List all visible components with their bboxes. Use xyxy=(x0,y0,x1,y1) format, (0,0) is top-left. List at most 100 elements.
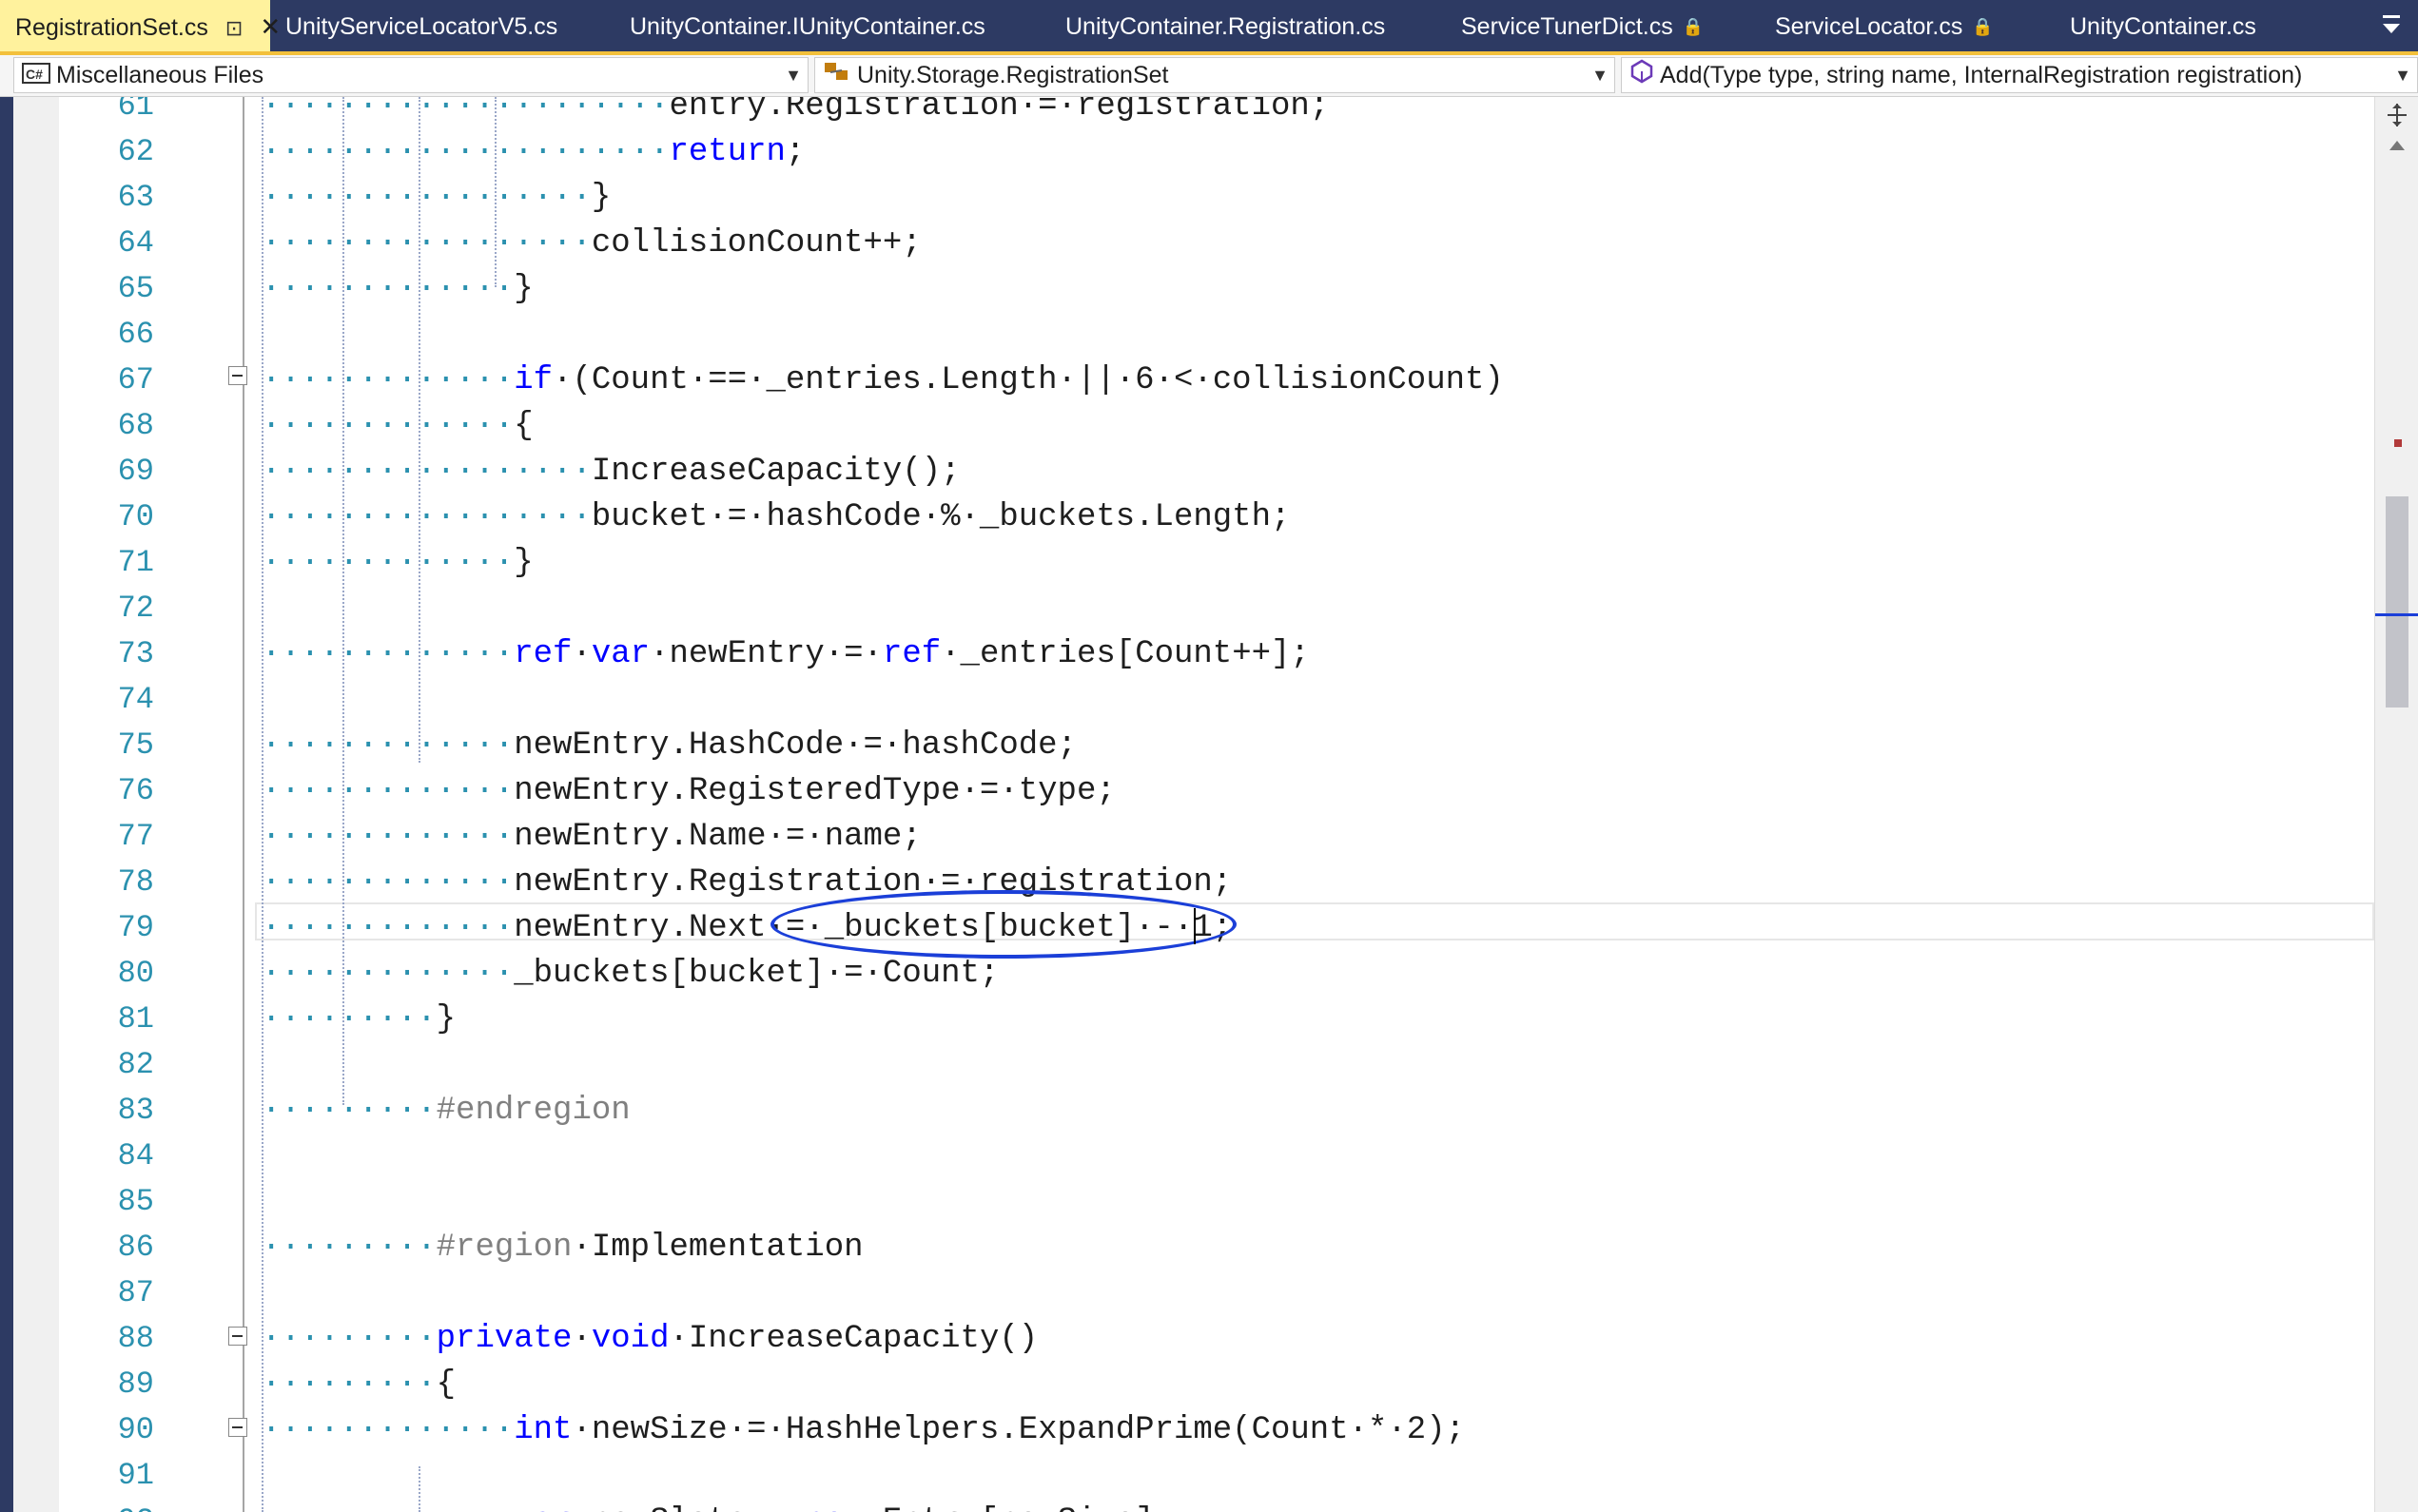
caret-position-marker xyxy=(2375,613,2418,616)
code-token: · xyxy=(572,636,592,672)
collapse-if-block-icon[interactable] xyxy=(228,366,247,385)
collapse-region-icon[interactable] xyxy=(228,1327,247,1346)
navigation-bar: C# Miscellaneous Files ▼ Unity.Storage.R… xyxy=(0,55,2418,97)
code-token: ·(Count·==·_entries.Length·||·6·<·collis… xyxy=(553,362,1504,398)
code-line[interactable]: ·············{ xyxy=(262,403,534,449)
line-number: 64 xyxy=(117,225,154,261)
code-line[interactable]: ·············_buckets[bucket]·=·Count; xyxy=(262,951,999,997)
tab-overflow-dropdown-icon[interactable] xyxy=(2374,6,2408,44)
code-line[interactable]: ·············newEntry.Name·=·name; xyxy=(262,814,922,860)
code-token: ·newSize·=·HashHelpers.ExpandPrime(Count… xyxy=(572,1412,1466,1448)
vertical-scrollbar[interactable] xyxy=(2374,97,2418,1512)
collapse-method-icon[interactable] xyxy=(228,1418,247,1437)
code-line[interactable]: ·········} xyxy=(262,997,456,1042)
lock-icon: 🔒 xyxy=(1972,17,1994,36)
whitespace-indent: ············· xyxy=(262,819,515,855)
pin-icon[interactable]: ⊡ xyxy=(225,2,243,55)
code-line[interactable]: ·········#endregion xyxy=(262,1088,631,1134)
code-token: } xyxy=(514,545,534,581)
directive-token: #region xyxy=(436,1230,573,1266)
whitespace-indent: ············· xyxy=(262,362,515,398)
tab-unitycontainer[interactable]: UnityContainer.cs xyxy=(2070,0,2256,51)
chevron-down-icon: ▼ xyxy=(1591,66,1609,85)
lock-icon: 🔒 xyxy=(1682,17,1705,36)
keyword-token: void xyxy=(591,1321,670,1357)
type-name: Unity.Storage.RegistrationSet xyxy=(857,62,1169,88)
code-line[interactable]: ·················bucket·=·hashCode·%·_bu… xyxy=(262,494,1290,540)
code-line[interactable]: ·················} xyxy=(262,175,611,221)
tab-servicetunerdict[interactable]: ServiceTunerDict.cs 🔒 xyxy=(1461,0,1704,51)
breakpoint-marker xyxy=(2394,439,2402,447)
line-number: 90 xyxy=(117,1412,154,1447)
method-icon xyxy=(1629,59,1654,92)
code-line[interactable]: ·········private·void·IncreaseCapacity() xyxy=(262,1316,1038,1362)
code-token: } xyxy=(514,271,534,307)
scrollbar-thumb[interactable] xyxy=(2386,496,2408,708)
tab-iunitycontainer[interactable]: UnityContainer.IUnityContainer.cs xyxy=(630,0,985,51)
chevron-down-icon: ▼ xyxy=(785,66,802,85)
code-token: newEntry.RegisteredType·=·type; xyxy=(514,773,1116,809)
outlining-margin xyxy=(243,97,244,1512)
project-dropdown[interactable]: C# Miscellaneous Files ▼ xyxy=(13,57,809,93)
whitespace-indent: ············· xyxy=(262,1412,515,1448)
code-line[interactable]: ·············ref·var·newEntry·=·ref·_ent… xyxy=(262,631,1310,677)
code-line[interactable]: ·········{ xyxy=(262,1362,456,1407)
split-window-icon[interactable] xyxy=(2383,101,2411,129)
whitespace-indent: ········· xyxy=(262,1001,437,1037)
line-number: 85 xyxy=(117,1184,154,1219)
code-line[interactable]: ·············} xyxy=(262,540,534,586)
keyword-token: var xyxy=(591,636,651,672)
whitespace-indent: ····················· xyxy=(262,97,670,125)
line-number: 77 xyxy=(117,819,154,854)
keyword-token: private xyxy=(436,1321,573,1357)
whitespace-indent: ············· xyxy=(262,910,515,946)
keyword-token: ref xyxy=(882,636,942,672)
code-line[interactable]: ·············int·newSize·=·HashHelpers.E… xyxy=(262,1407,1465,1453)
line-number: 88 xyxy=(117,1321,154,1356)
window-frame-edge xyxy=(0,97,13,1512)
whitespace-indent: ················· xyxy=(262,454,592,490)
svg-text:C#: C# xyxy=(26,67,43,82)
code-line[interactable]: ·············newEntry.RegisteredType·=·t… xyxy=(262,768,1116,814)
tab-servicelocator[interactable]: ServiceLocator.cs 🔒 xyxy=(1775,0,1994,51)
line-number: 80 xyxy=(117,956,154,991)
tab-unitycontainer-registration[interactable]: UnityContainer.Registration.cs xyxy=(1065,0,1385,51)
code-token: ·Entry[newSize]; xyxy=(864,1503,1174,1512)
code-line[interactable]: ·············newEntry.HashCode·=·hashCod… xyxy=(262,723,1077,768)
whitespace-indent: ············· xyxy=(262,1503,514,1512)
tab-unityservicelocatorv5[interactable]: UnityServiceLocatorV5.cs xyxy=(285,0,557,51)
whitespace-indent: ····················· xyxy=(262,134,670,170)
keyword-token: ref xyxy=(514,636,573,672)
code-line[interactable]: ·········#region·Implementation xyxy=(262,1225,864,1270)
tab-registrationset[interactable]: RegistrationSet.cs ⊡ ✕ xyxy=(0,0,281,51)
whitespace-indent: ········· xyxy=(262,1093,437,1129)
code-editor[interactable]: 61 62 63 64 65 66 67 68 69 70 71 72 73 74 75 76 77 78 79 80… xyxy=(0,97,2418,1512)
code-token: ·IncreaseCapacity() xyxy=(669,1321,1039,1357)
code-line[interactable]: ·····················return; xyxy=(262,129,805,175)
code-token: entry.Registration·=·registration; xyxy=(669,97,1330,125)
scroll-up-arrow-icon[interactable] xyxy=(2383,131,2411,160)
csharp-file-icon: C# xyxy=(22,59,50,92)
code-line[interactable]: ·················collisionCount++; xyxy=(262,221,922,266)
document-tab-strip: RegistrationSet.cs ⊡ ✕ UnityServiceLocator… xyxy=(0,0,2418,55)
tab-label: UnityContainer.Registration.cs xyxy=(1065,13,1386,40)
line-number: 84 xyxy=(117,1138,154,1173)
chevron-down-icon: ▼ xyxy=(2394,66,2411,85)
whitespace-indent: ············· xyxy=(262,545,515,581)
member-dropdown[interactable]: Add(Type type, string name, InternalRegi… xyxy=(1621,57,2418,93)
line-number: 61 xyxy=(117,97,154,124)
code-line[interactable]: ·················IncreaseCapacity(); xyxy=(262,449,961,494)
selection-margin[interactable] xyxy=(13,97,59,1512)
code-token: ·_entries[Count++]; xyxy=(941,636,1310,672)
type-dropdown[interactable]: Unity.Storage.RegistrationSet ▼ xyxy=(814,57,1615,93)
code-line[interactable]: ·············var·newSlots·=·new·Entry[ne… xyxy=(262,1499,1174,1512)
code-token: { xyxy=(514,408,534,444)
code-line[interactable]: ·············if·(Count·==·_entries.Lengt… xyxy=(262,358,1504,403)
line-number: 83 xyxy=(117,1093,154,1128)
code-line[interactable]: ·············} xyxy=(262,266,534,312)
keyword-token: new xyxy=(805,1503,863,1512)
code-line[interactable]: ·····················entry.Registration·… xyxy=(262,97,1329,129)
whitespace-indent: ············· xyxy=(262,956,515,992)
close-icon[interactable]: ✕ xyxy=(260,0,281,53)
line-number: 76 xyxy=(117,773,154,808)
